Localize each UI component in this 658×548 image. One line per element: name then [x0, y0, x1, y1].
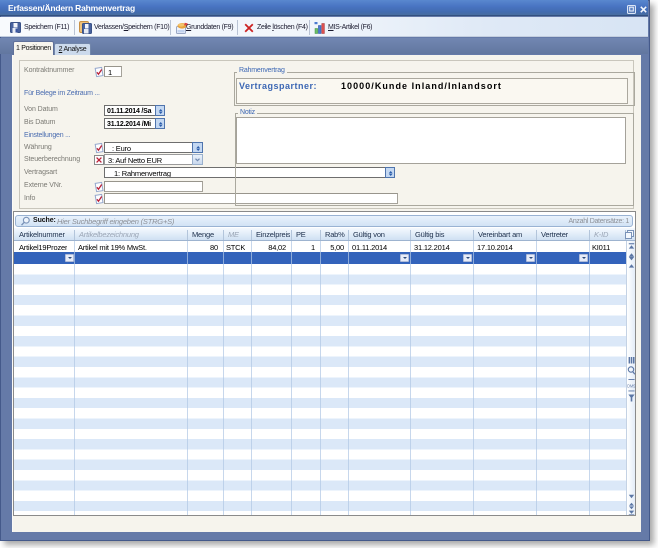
svg-text:DMS: DMS: [627, 384, 635, 389]
